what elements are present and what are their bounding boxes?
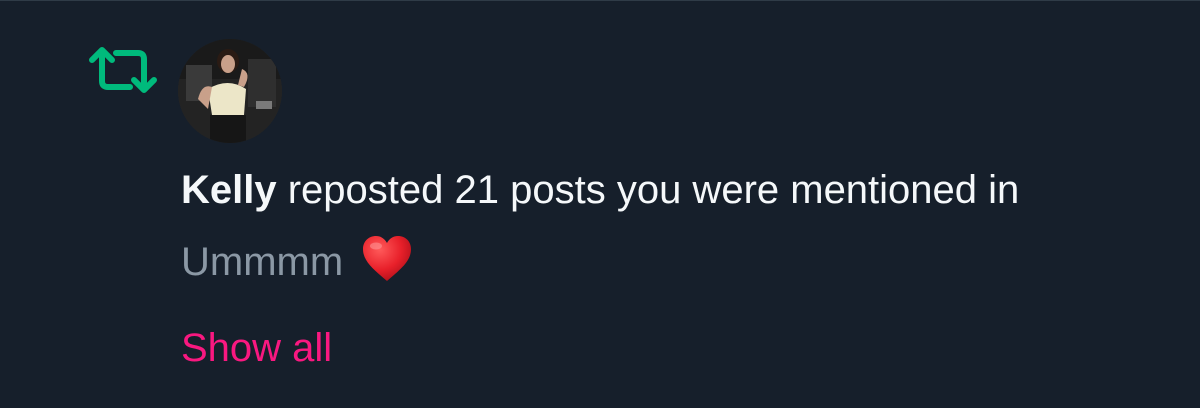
avatar-photo xyxy=(178,39,282,143)
show-all-link[interactable]: Show all xyxy=(181,321,332,375)
post-snippet[interactable]: Ummmm xyxy=(181,235,413,289)
action-text: reposted 21 posts you were mentioned in xyxy=(276,168,1020,212)
repost-icon xyxy=(89,47,157,93)
avatar[interactable] xyxy=(178,39,282,143)
actor-name[interactable]: Kelly xyxy=(181,168,277,212)
post-snippet-text: Ummmm xyxy=(181,240,344,284)
repost-notification[interactable]: Kelly reposted 21 posts you were mention… xyxy=(0,0,1200,408)
notification-text: Kelly reposted 21 posts you were mention… xyxy=(181,163,1019,217)
red-heart-icon xyxy=(363,236,412,282)
